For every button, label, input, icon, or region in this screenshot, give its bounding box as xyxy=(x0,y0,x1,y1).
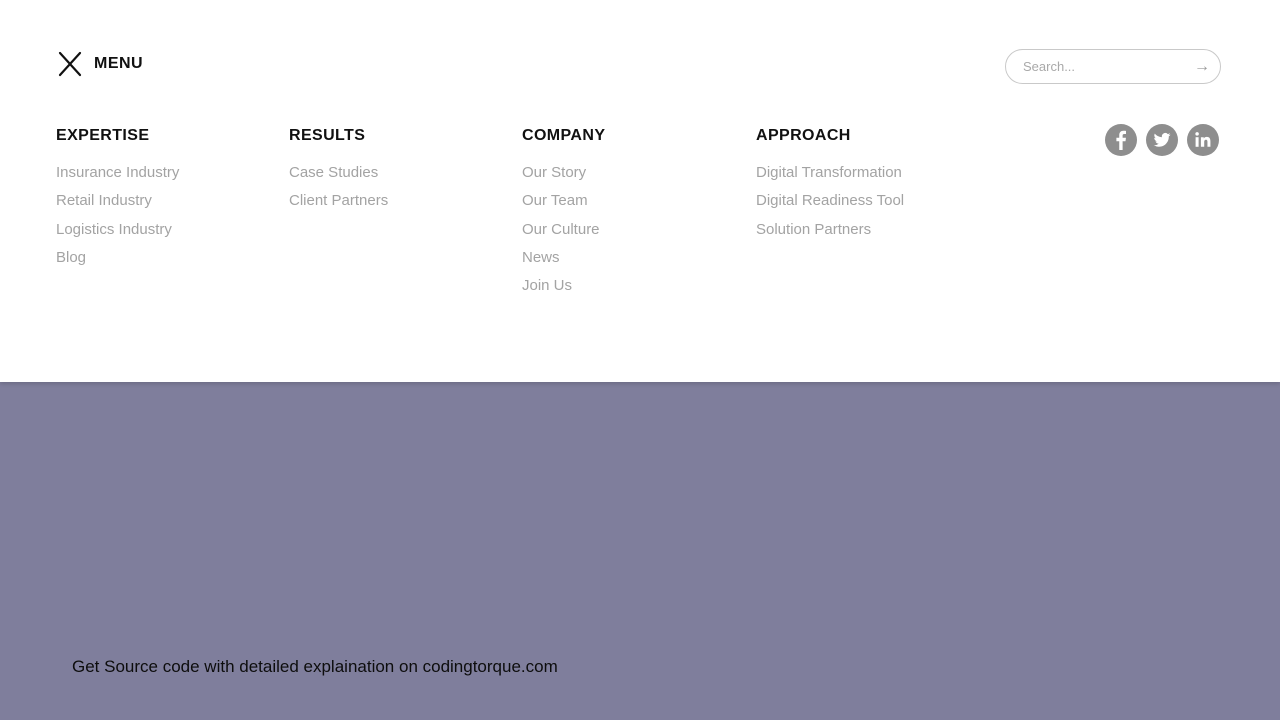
link-list: Our Story Our Team Our Culture News Join… xyxy=(522,163,605,304)
link-news[interactable]: News xyxy=(522,249,560,266)
link-blog[interactable]: Blog xyxy=(56,249,86,266)
search-box: → xyxy=(1005,49,1221,84)
footer-note: Get Source code with detailed explainati… xyxy=(72,657,558,676)
column-heading: APPROACH xyxy=(756,127,851,144)
column-heading: EXPERTISE xyxy=(56,127,150,144)
link-solution-partners[interactable]: Solution Partners xyxy=(756,221,871,238)
link-digital-readiness-tool[interactable]: Digital Readiness Tool xyxy=(756,192,904,209)
link-client-partners[interactable]: Client Partners xyxy=(289,192,388,209)
link-list: Digital Transformation Digital Readiness… xyxy=(756,163,904,248)
social-links xyxy=(1105,124,1228,156)
link-logistics-industry[interactable]: Logistics Industry xyxy=(56,221,172,238)
link-list: Insurance Industry Retail Industry Logis… xyxy=(56,163,179,276)
search-input[interactable] xyxy=(1021,58,1194,75)
link-list: Case Studies Client Partners xyxy=(289,163,388,220)
column-company: COMPANY Our Story Our Team Our Culture N… xyxy=(522,126,605,304)
facebook-button[interactable] xyxy=(1105,124,1137,156)
link-insurance-industry[interactable]: Insurance Industry xyxy=(56,164,179,181)
column-heading: RESULTS xyxy=(289,127,366,144)
twitter-icon xyxy=(1153,132,1171,147)
link-join-us[interactable]: Join Us xyxy=(522,277,572,294)
link-our-story[interactable]: Our Story xyxy=(522,164,586,181)
link-retail-industry[interactable]: Retail Industry xyxy=(56,192,152,209)
column-heading: COMPANY xyxy=(522,127,606,144)
linkedin-button[interactable] xyxy=(1187,124,1219,156)
close-icon xyxy=(58,51,82,77)
menu-label: MENU xyxy=(94,55,144,72)
link-digital-transformation[interactable]: Digital Transformation xyxy=(756,164,902,181)
column-expertise: EXPERTISE Insurance Industry Retail Indu… xyxy=(56,126,179,276)
link-our-culture[interactable]: Our Culture xyxy=(522,221,600,238)
column-approach: APPROACH Digital Transformation Digital … xyxy=(756,126,904,248)
link-case-studies[interactable]: Case Studies xyxy=(289,164,378,181)
menu-close-button[interactable]: MENU xyxy=(56,51,143,77)
arrow-right-icon[interactable]: → xyxy=(1194,58,1210,75)
menu-panel: MENU → EXPERTISE Insurance Industry Reta… xyxy=(0,0,1280,382)
linkedin-icon xyxy=(1195,132,1211,147)
column-results: RESULTS Case Studies Client Partners xyxy=(289,126,388,220)
facebook-icon xyxy=(1116,130,1126,150)
twitter-button[interactable] xyxy=(1146,124,1178,156)
link-our-team[interactable]: Our Team xyxy=(522,192,588,209)
